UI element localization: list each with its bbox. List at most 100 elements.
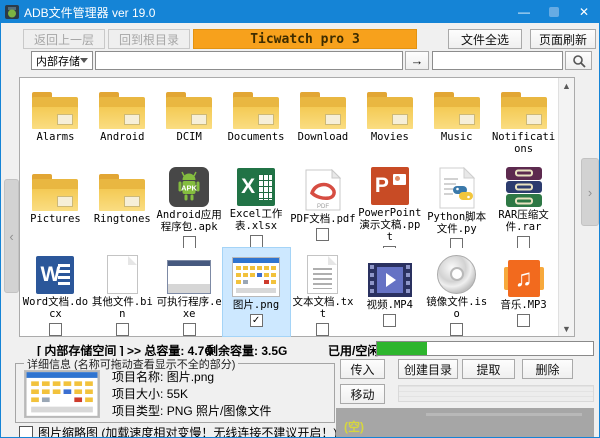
refresh-button[interactable]: 页面刷新 (530, 29, 596, 49)
file-item-movies[interactable]: Movies (356, 80, 423, 162)
file-item-notifications[interactable]: Notifications (490, 80, 557, 162)
extract-button[interactable]: 提取 (462, 359, 515, 379)
delete-button[interactable]: 删除 (522, 359, 573, 379)
scroll-up-icon[interactable]: ▲ (559, 78, 574, 93)
select-all-button[interactable]: 文件全选 (448, 29, 522, 49)
item-name-value: 图片.png (167, 370, 214, 384)
maximize-button[interactable] (539, 1, 569, 23)
item-size-line: 项目大小: 55K (112, 385, 188, 402)
chevron-down-icon (80, 58, 88, 63)
file-item-pdf[interactable]: PDFPDF文档.pdf (290, 162, 357, 248)
item-name-line: 项目名称: 图片.png (112, 368, 214, 385)
folder-icon (166, 97, 212, 129)
maximize-icon (549, 7, 559, 17)
file-checkbox[interactable] (183, 323, 196, 336)
file-checkbox[interactable] (517, 236, 530, 248)
file-item-docx[interactable]: WWord文档.docx (22, 248, 89, 336)
minimize-button[interactable]: — (509, 1, 539, 23)
file-item-apk[interactable]: APKAndroid应用程序包.apk (156, 162, 223, 248)
image-thumbnail-icon (232, 257, 280, 297)
file-item-ppt[interactable]: PPowerPoint演示文稿.ppt (356, 162, 423, 248)
file-item-py[interactable]: Python脚本文件.py (423, 162, 490, 248)
rar-icon (506, 167, 542, 207)
music-note-icon: ♫ (515, 267, 533, 291)
word-icon: W (36, 256, 74, 294)
app-icon (5, 5, 19, 19)
thumbnail-toggle[interactable]: 图片缩略图 (加载速度相对变慢！无线连接不建议开启！) (19, 424, 337, 438)
path-input[interactable] (95, 51, 403, 70)
file-checkbox[interactable] (316, 323, 329, 336)
folder-icon (300, 97, 346, 129)
close-button[interactable]: ✕ (569, 1, 599, 23)
title-bar: ADB文件管理器 ver 19.0 — ✕ (1, 1, 599, 23)
left-panel-toggle[interactable]: ‹ (4, 179, 19, 293)
file-checkbox[interactable] (250, 235, 263, 248)
file-grid: Alarms Android DCIM Documents Download M… (19, 77, 575, 337)
storage-select[interactable]: 内部存储 (31, 51, 93, 70)
details-groupbox: 详细信息 (名称可拖动查看显示不全的部分) 项目名称: 图片.png 项目大小:… (15, 363, 335, 423)
text-file-icon (307, 255, 338, 294)
search-input[interactable] (432, 51, 563, 70)
folder-icon (32, 179, 78, 211)
excel-icon: X (237, 168, 275, 206)
file-item-png[interactable]: 图片.png (223, 248, 290, 336)
root-button[interactable]: 回到根目录 (108, 29, 190, 49)
used-space-progressbar (376, 341, 594, 356)
right-panel-toggle[interactable]: › (581, 158, 599, 226)
file-item-android[interactable]: Android (89, 80, 156, 162)
svg-text:APK: APK (181, 184, 197, 193)
file-checkbox[interactable] (49, 323, 62, 336)
file-checkbox[interactable] (517, 314, 530, 327)
executable-icon (167, 260, 211, 294)
file-item-exe[interactable]: 可执行程序.exe (156, 248, 223, 336)
transfer-progressbar (398, 385, 594, 402)
push-button[interactable]: 传入 (340, 359, 385, 379)
chevron-left-icon: ‹ (9, 229, 13, 244)
file-item-pictures[interactable]: Pictures (22, 162, 89, 248)
file-item-mp3[interactable]: ♫音乐.MP3 (490, 248, 557, 336)
play-icon (386, 273, 396, 287)
device-name-banner: Ticwatch pro 3 (193, 29, 417, 49)
file-checkbox[interactable] (183, 236, 196, 248)
thumbnail-toggle-label: 图片缩略图 (加载速度相对变慢！无线连接不建议开启！) (38, 424, 337, 438)
file-item-music[interactable]: Music (423, 80, 490, 162)
create-directory-button[interactable]: 创建目录 (398, 359, 458, 379)
folder-icon (367, 97, 413, 129)
file-checkbox[interactable] (116, 323, 129, 336)
file-item-xlsx[interactable]: XExcel工作表.xlsx (223, 162, 290, 248)
file-checkbox[interactable] (450, 238, 463, 248)
transfer-queue-panel: (空) (336, 408, 594, 438)
grid-scrollbar[interactable]: ▲ ▼ (558, 78, 574, 336)
file-item-txt[interactable]: 文本文档.txt (290, 248, 357, 336)
back-button[interactable]: 返回上一层 (23, 29, 105, 49)
file-item-download[interactable]: Download (290, 80, 357, 162)
search-button[interactable] (565, 51, 592, 70)
folder-icon (501, 97, 547, 129)
file-item-ringtones[interactable]: Ringtones (89, 162, 156, 248)
file-checkbox[interactable] (250, 314, 263, 327)
item-type-value: PNG 照片/图像文件 (167, 404, 272, 418)
file-checkbox[interactable] (316, 228, 329, 241)
scroll-down-icon[interactable]: ▼ (559, 321, 574, 336)
file-checkbox[interactable] (450, 323, 463, 336)
file-item-dcim[interactable]: DCIM (156, 80, 223, 162)
used-space-fill (377, 342, 427, 355)
search-icon (572, 54, 586, 68)
file-item-alarms[interactable]: Alarms (22, 80, 89, 162)
file-checkbox[interactable] (383, 314, 396, 327)
file-item-rar[interactable]: RAR压缩文件.rar (490, 162, 557, 248)
file-item-iso[interactable]: 镜像文件.iso (423, 248, 490, 336)
go-button[interactable]: → (405, 51, 429, 70)
file-item-mp4[interactable]: 视频.MP4 (356, 248, 423, 336)
chevron-right-icon: › (588, 185, 592, 200)
move-button[interactable]: 移动 (340, 384, 385, 404)
queue-empty-text: (空) (344, 418, 364, 435)
file-item-bin[interactable]: 其他文件.bin (89, 248, 156, 336)
music-icon: ♫ (508, 260, 540, 297)
file-item-documents[interactable]: Documents (223, 80, 290, 162)
selected-file-preview (24, 370, 100, 418)
powerpoint-icon: P (371, 167, 409, 205)
thumbnail-checkbox[interactable] (19, 426, 33, 438)
folder-icon (99, 179, 145, 211)
python-icon (438, 167, 476, 209)
